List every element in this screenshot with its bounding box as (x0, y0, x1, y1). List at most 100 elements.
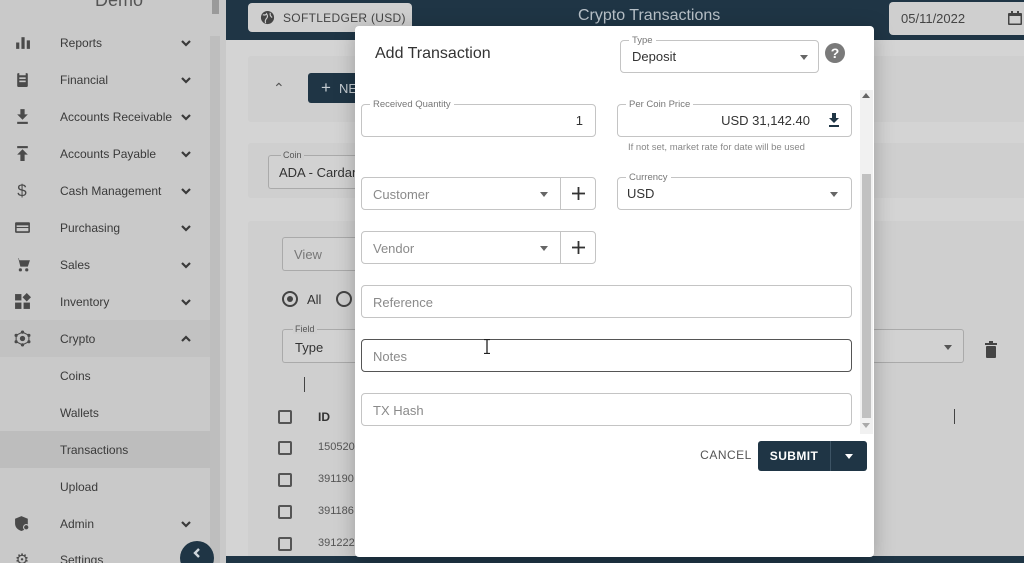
type-value: Deposit (632, 49, 677, 64)
field-select[interactable]: Field Type (282, 324, 362, 363)
view-placeholder: View (294, 247, 322, 262)
dropdown-caret-icon (540, 192, 548, 197)
field-value: Type (295, 340, 324, 355)
sidebar-item-purchasing[interactable]: Purchasing (0, 209, 210, 246)
new-button[interactable]: + NE (308, 73, 358, 103)
chevron-down-icon (180, 74, 192, 86)
sidebar-sub-label: Upload (60, 479, 99, 494)
scroll-down-arrow-icon[interactable] (862, 423, 870, 428)
customer-select[interactable]: Customer (361, 177, 561, 210)
sidebar-item-cash-management[interactable]: $ Cash Management (0, 172, 210, 209)
sidebar-sub-transactions[interactable]: Transactions (0, 431, 210, 468)
plus-icon (571, 187, 585, 200)
sidebar-item-settings[interactable]: ⚙ Settings (0, 541, 210, 563)
scroll-up-arrow-icon[interactable] (862, 93, 870, 98)
select-all-checkbox[interactable] (278, 410, 292, 424)
notes-placeholder: Notes (373, 349, 407, 364)
submit-button-group[interactable]: SUBMIT (758, 441, 867, 471)
download-icon (12, 107, 32, 127)
upload-icon (12, 144, 32, 164)
sidebar-item-financial[interactable]: Financial (0, 61, 210, 98)
sidebar-item-label: Cash Management (60, 183, 162, 198)
sidebar-item-admin[interactable]: Admin (0, 505, 210, 542)
credit-card-icon (12, 218, 32, 238)
ledger-label: SOFTLEDGER (USD) (283, 10, 406, 25)
sidebar-item-reports[interactable]: Reports (0, 24, 210, 61)
sidebar-item-label: Crypto (60, 331, 96, 346)
sidebar-sub-label: Wallets (60, 405, 99, 420)
radio-all-label: All (307, 292, 322, 307)
download-rate-icon[interactable] (827, 113, 841, 128)
row-checkbox[interactable] (278, 473, 292, 487)
network-icon (12, 329, 32, 349)
sidebar: Demo Reports Financial Accounts Receivab… (0, 0, 226, 563)
add-customer-button[interactable] (560, 177, 596, 210)
cancel-button[interactable]: CANCEL (698, 446, 754, 464)
received-quantity-field[interactable]: Received Quantity 1 (361, 99, 596, 137)
sidebar-item-crypto[interactable]: Crypto (0, 320, 210, 357)
sidebar-sub-upload[interactable]: Upload (0, 468, 210, 505)
vendor-placeholder: Vendor (373, 241, 415, 256)
add-transaction-dialog: Add Transaction Type Deposit ? Received … (355, 26, 874, 557)
sidebar-item-accounts-receivable[interactable]: Accounts Receivable (0, 98, 210, 135)
vendor-select[interactable]: Vendor (361, 231, 561, 264)
chevron-down-icon (180, 37, 192, 49)
sidebar-scroll-thumb[interactable] (212, 0, 219, 14)
add-vendor-button[interactable] (560, 231, 596, 264)
sidebar-item-sales[interactable]: Sales (0, 246, 210, 283)
tx-hash-field[interactable]: TX Hash (361, 393, 852, 426)
plus-icon: + (321, 78, 331, 97)
row-checkbox[interactable] (278, 537, 292, 551)
dollar-icon: $ (17, 180, 27, 200)
help-icon[interactable]: ? (825, 43, 845, 63)
sidebar-item-label: Accounts Receivable (60, 109, 173, 124)
sidebar-item-label: Inventory (60, 294, 110, 309)
radio-all[interactable] (282, 291, 298, 307)
coin-value: ADA - Cardan (279, 165, 360, 180)
radio-option[interactable] (336, 291, 352, 307)
currency-select[interactable]: Currency USD (617, 172, 852, 210)
reference-field[interactable]: Reference (361, 285, 852, 318)
dialog-title: Add Transaction (375, 45, 491, 62)
brand-name: Demo (95, 0, 144, 10)
row-checkbox[interactable] (278, 441, 292, 455)
chevron-down-icon (180, 296, 192, 308)
text-cursor-icon (484, 339, 490, 354)
trash-icon[interactable] (984, 341, 998, 358)
type-select[interactable]: Type Deposit (620, 35, 819, 73)
tx-hash-placeholder: TX Hash (373, 403, 424, 418)
date-picker[interactable]: 05/11/2022 (889, 2, 1024, 35)
sidebar-sub-coins[interactable]: Coins (0, 357, 210, 394)
sidebar-sub-wallets[interactable]: Wallets (0, 394, 210, 431)
clipboard-icon (12, 70, 32, 90)
chevron-down-icon (180, 222, 192, 234)
sidebar-item-accounts-payable[interactable]: Accounts Payable (0, 135, 210, 172)
value-select[interactable] (872, 329, 964, 363)
widgets-icon (12, 292, 32, 312)
calendar-icon[interactable] (1007, 10, 1023, 26)
sidebar-scrollbar[interactable] (210, 36, 220, 563)
received-quantity-label: Received Quantity (370, 99, 454, 110)
chevron-up-icon[interactable]: ⌃ (273, 80, 285, 97)
row-checkbox[interactable] (278, 505, 292, 519)
submit-options-button[interactable] (831, 453, 867, 459)
submit-button[interactable]: SUBMIT (758, 449, 830, 463)
sidebar-item-inventory[interactable]: Inventory (0, 283, 210, 320)
chevron-down-icon (180, 259, 192, 271)
dialog-scroll-thumb[interactable] (862, 174, 871, 418)
sidebar-item-label: Admin (60, 516, 95, 531)
sidebar-item-label: Purchasing (60, 220, 121, 235)
sidebar-sub-label: Transactions (60, 442, 129, 457)
view-select[interactable]: View (282, 237, 362, 271)
per-coin-price-field[interactable]: Per Coin Price USD 31,142.40 (617, 99, 852, 137)
notes-field[interactable]: Notes (361, 339, 852, 372)
sidebar-sub-label: Coins (60, 368, 91, 383)
date-value: 05/11/2022 (901, 11, 966, 26)
sidebar-item-label: Sales (60, 257, 91, 272)
admin-icon (12, 514, 32, 534)
chevron-down-icon (180, 518, 192, 530)
coin-select[interactable]: Coin ADA - Cardan (268, 150, 368, 189)
column-header-id: ID (318, 410, 330, 424)
globe-icon (260, 10, 275, 25)
row-id: 391222 (318, 537, 355, 549)
